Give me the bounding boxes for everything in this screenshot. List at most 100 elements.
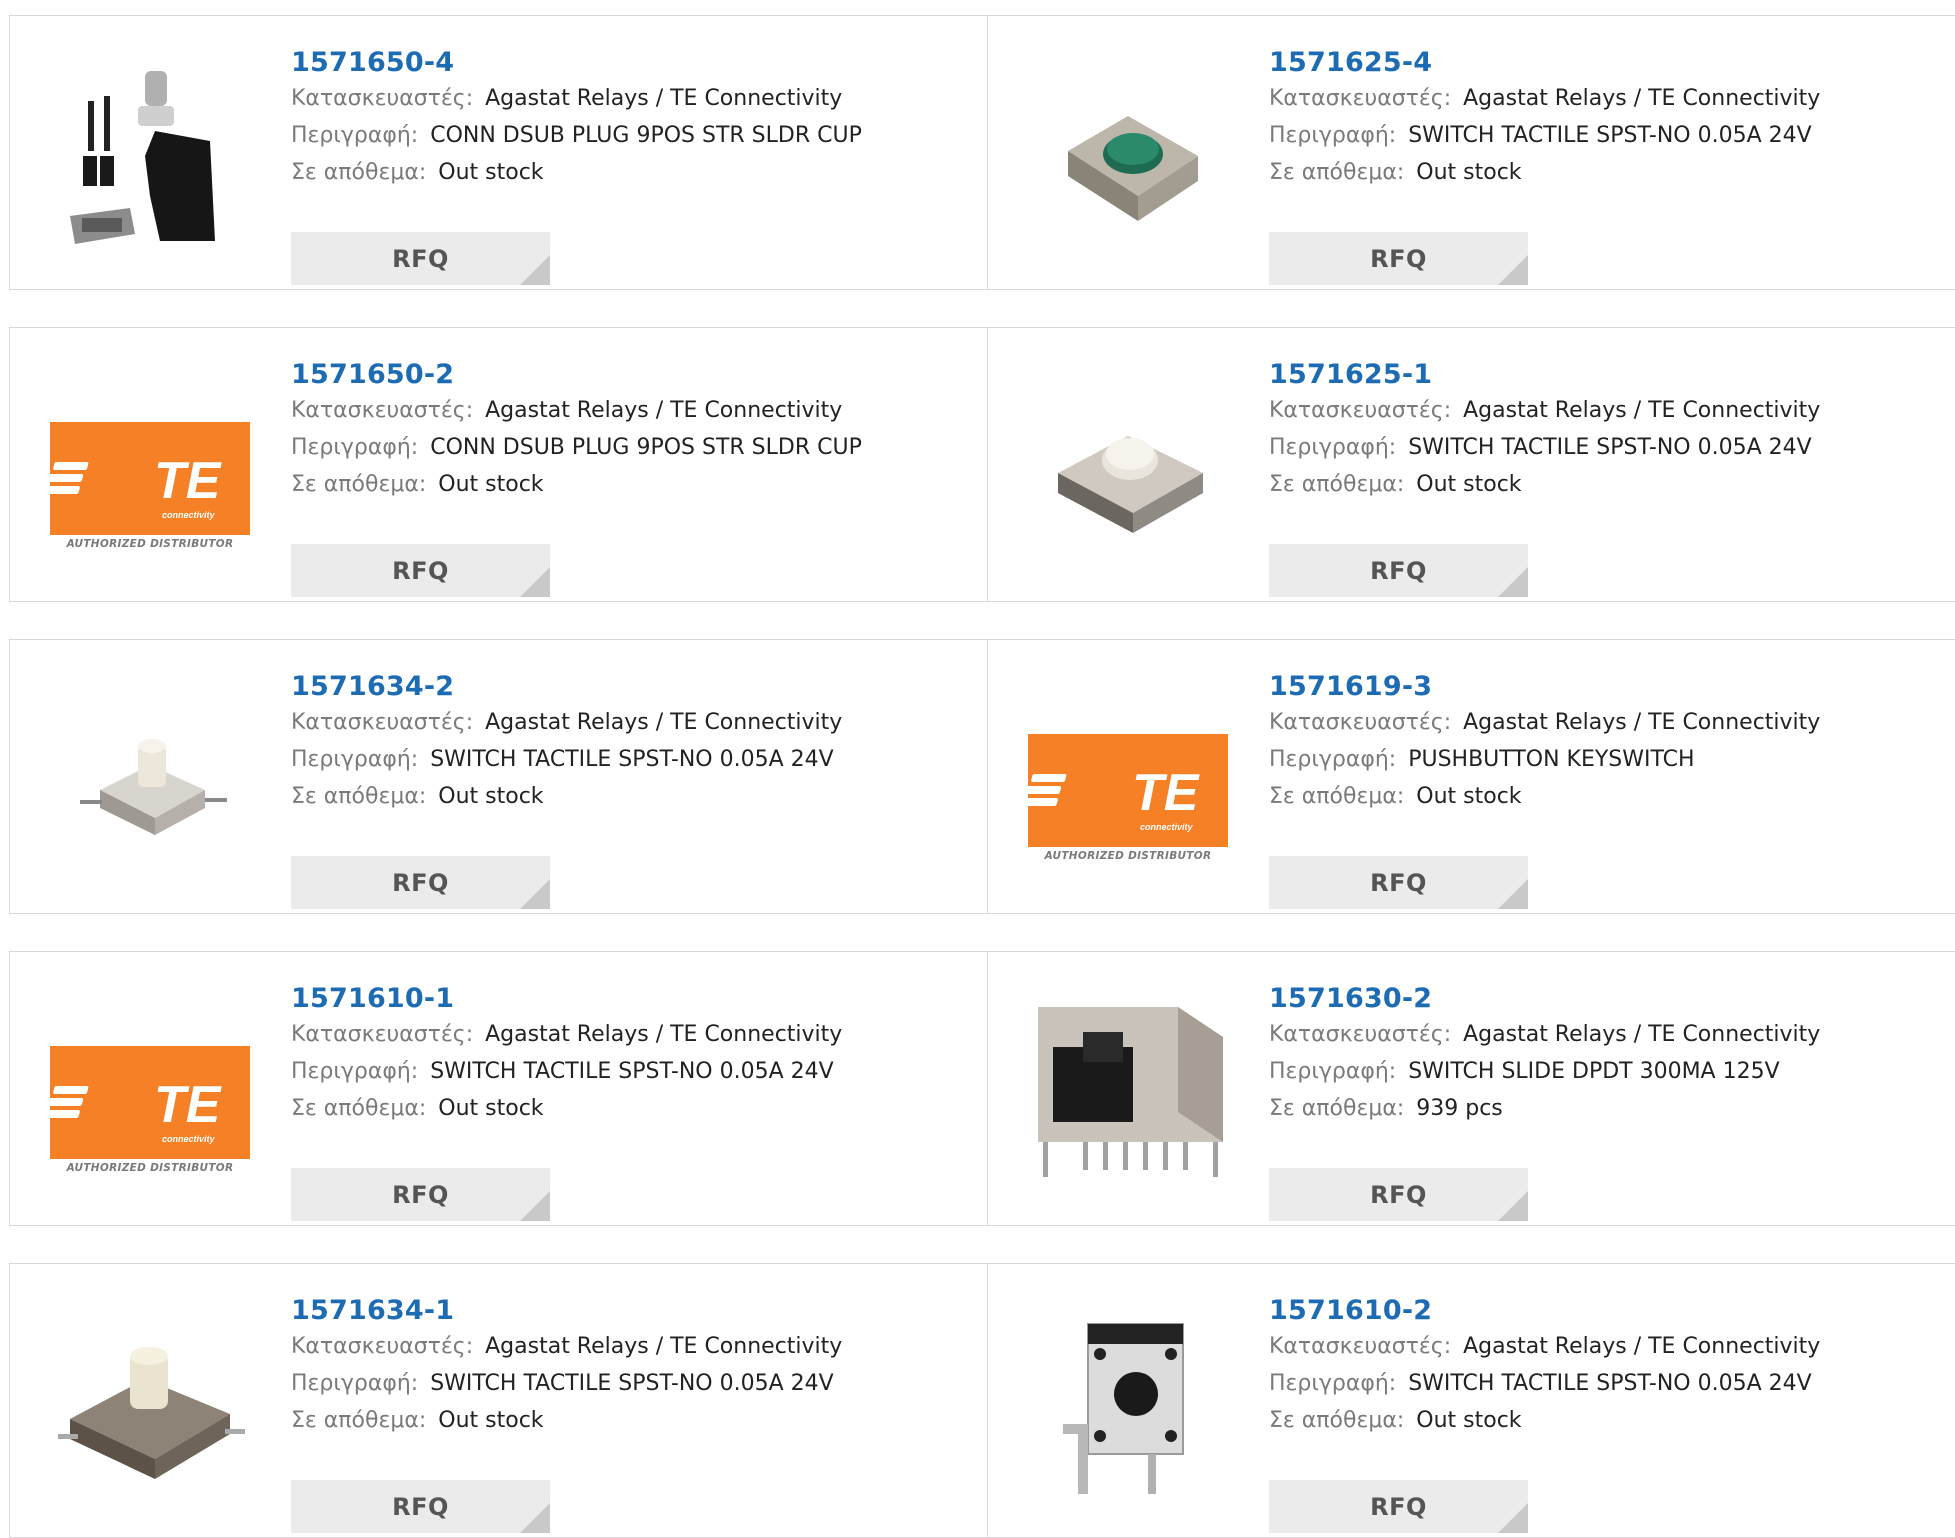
svg-text:TE: TE <box>154 1076 222 1134</box>
stock-line: Σε απόθεμα: Out stock <box>1269 154 1820 191</box>
corner-fold-icon <box>1498 1503 1528 1533</box>
part-number-link[interactable]: 1571630-2 <box>1269 982 1820 1016</box>
part-number-link[interactable]: 1571625-4 <box>1269 46 1820 80</box>
manufacturer-line: Κατασκευαστές: Agastat Relays / TE Connec… <box>291 392 862 429</box>
description-line: Περιγραφή: CONN DSUB PLUG 9POS STR SLDR C… <box>291 429 862 466</box>
manufacturer-label: Κατασκευαστές: <box>291 398 474 423</box>
manufacturer-value: Agastat Relays / TE Connectivity <box>1463 86 1821 111</box>
description-line: Περιγραφή: SWITCH TACTILE SPST-NO 0.05A 2… <box>291 1053 842 1090</box>
stock-line: Σε απόθεμα: Out stock <box>291 466 862 503</box>
product-card: 1571634-2 Κατασκευαστές: Agastat Relays /… <box>10 640 988 913</box>
description-label: Περιγραφή: <box>1269 747 1397 772</box>
product-card: TE connectivity AUTHORIZED DISTRIBUTOR 1… <box>10 328 988 601</box>
rfq-button[interactable]: RFQ <box>1269 1480 1528 1533</box>
stock-label: Σε απόθεμα: <box>1269 160 1405 185</box>
product-row: TE connectivity AUTHORIZED DISTRIBUTOR 1… <box>9 951 1955 1226</box>
rfq-button[interactable]: RFQ <box>1269 232 1528 285</box>
product-image[interactable]: TE connectivity AUTHORIZED DISTRIBUTOR <box>50 368 250 568</box>
stock-label: Σε απόθεμα: <box>291 160 427 185</box>
product-image[interactable] <box>50 56 250 256</box>
rfq-button[interactable]: RFQ <box>1269 544 1528 597</box>
rfq-button[interactable]: RFQ <box>291 232 550 285</box>
corner-fold-icon <box>520 1503 550 1533</box>
manufacturer-line: Κατασκευαστές: Agastat Relays / TE Connec… <box>291 80 862 117</box>
rfq-button[interactable]: RFQ <box>291 1168 550 1221</box>
part-number-link[interactable]: 1571625-1 <box>1269 358 1820 392</box>
manufacturer-line: Κατασκευαστές: Agastat Relays / TE Connec… <box>1269 80 1820 117</box>
stock-value: Out stock <box>1416 472 1522 497</box>
part-number-link[interactable]: 1571610-2 <box>1269 1294 1820 1328</box>
rfq-label: RFQ <box>392 868 449 897</box>
product-row: 1571634-1 Κατασκευαστές: Agastat Relays /… <box>9 1263 1955 1538</box>
rfq-button[interactable]: RFQ <box>291 1480 550 1533</box>
product-image[interactable] <box>1028 56 1228 256</box>
product-row: 1571634-2 Κατασκευαστές: Agastat Relays /… <box>9 639 1955 914</box>
manufacturer-label: Κατασκευαστές: <box>1269 86 1452 111</box>
stock-label: Σε απόθεμα: <box>1269 1408 1405 1433</box>
product-card: 1571650-4 Κατασκευαστές: Agastat Relays /… <box>10 16 988 289</box>
manufacturer-value: Agastat Relays / TE Connectivity <box>1463 1022 1821 1047</box>
product-card: 1571625-1 Κατασκευαστές: Agastat Relays /… <box>988 328 1955 601</box>
description-line: Περιγραφή: SWITCH TACTILE SPST-NO 0.05A 2… <box>1269 429 1820 466</box>
svg-text:TE: TE <box>154 452 222 510</box>
part-number-link[interactable]: 1571634-2 <box>291 670 842 704</box>
rfq-label: RFQ <box>1370 1492 1427 1521</box>
manufacturer-line: Κατασκευαστές: Agastat Relays / TE Connec… <box>291 1328 842 1365</box>
product-image[interactable] <box>1028 1304 1228 1504</box>
product-image[interactable] <box>1028 368 1228 568</box>
stock-line: Σε απόθεμα: Out stock <box>291 1090 842 1127</box>
product-image[interactable] <box>50 1304 250 1504</box>
rfq-button[interactable]: RFQ <box>1269 1168 1528 1221</box>
part-number-link[interactable]: 1571634-1 <box>291 1294 842 1328</box>
corner-fold-icon <box>1498 567 1528 597</box>
corner-fold-icon <box>520 255 550 285</box>
stock-line: Σε απόθεμα: Out stock <box>1269 1402 1820 1439</box>
corner-fold-icon <box>1498 879 1528 909</box>
product-row: 1571650-4 Κατασκευαστές: Agastat Relays /… <box>9 15 1955 290</box>
manufacturer-label: Κατασκευαστές: <box>1269 1022 1452 1047</box>
product-image[interactable]: TE connectivity AUTHORIZED DISTRIBUTOR <box>50 992 250 1192</box>
rfq-button[interactable]: RFQ <box>1269 856 1528 909</box>
manufacturer-label: Κατασκευαστές: <box>1269 398 1452 423</box>
product-card: 1571630-2 Κατασκευαστές: Agastat Relays /… <box>988 952 1955 1225</box>
stock-value: Out stock <box>438 472 544 497</box>
description-value: SWITCH TACTILE SPST-NO 0.05A 24V <box>1408 123 1812 148</box>
manufacturer-line: Κατασκευαστές: Agastat Relays / TE Connec… <box>291 1016 842 1053</box>
product-image[interactable]: TE connectivity AUTHORIZED DISTRIBUTOR <box>1028 680 1228 880</box>
stock-value: Out stock <box>438 1408 544 1433</box>
stock-value: Out stock <box>1416 784 1522 809</box>
product-card: TE connectivity AUTHORIZED DISTRIBUTOR 1… <box>988 640 1955 913</box>
description-line: Περιγραφή: SWITCH TACTILE SPST-NO 0.05A 2… <box>1269 117 1820 154</box>
description-value: SWITCH TACTILE SPST-NO 0.05A 24V <box>1408 435 1812 460</box>
part-number-link[interactable]: 1571650-2 <box>291 358 862 392</box>
stock-value: Out stock <box>1416 160 1522 185</box>
stock-value: Out stock <box>438 1096 544 1121</box>
corner-fold-icon <box>520 879 550 909</box>
stock-value: 939 pcs <box>1416 1096 1503 1121</box>
rfq-label: RFQ <box>392 244 449 273</box>
description-label: Περιγραφή: <box>291 1059 419 1084</box>
stock-value: Out stock <box>1416 1408 1522 1433</box>
stock-line: Σε απόθεμα: Out stock <box>1269 466 1820 503</box>
product-card: TE connectivity AUTHORIZED DISTRIBUTOR 1… <box>10 952 988 1225</box>
description-label: Περιγραφή: <box>1269 123 1397 148</box>
svg-text:connectivity: connectivity <box>1140 822 1194 832</box>
rfq-button[interactable]: RFQ <box>291 856 550 909</box>
product-image[interactable] <box>50 680 250 880</box>
description-line: Περιγραφή: SWITCH TACTILE SPST-NO 0.05A 2… <box>291 1365 842 1402</box>
corner-fold-icon <box>520 1191 550 1221</box>
manufacturer-value: Agastat Relays / TE Connectivity <box>1463 710 1821 735</box>
description-label: Περιγραφή: <box>1269 1371 1397 1396</box>
description-value: PUSHBUTTON KEYSWITCH <box>1408 747 1695 772</box>
part-number-link[interactable]: 1571619-3 <box>1269 670 1820 704</box>
stock-line: Σε απόθεμα: Out stock <box>291 154 862 191</box>
part-number-link[interactable]: 1571610-1 <box>291 982 842 1016</box>
part-number-link[interactable]: 1571650-4 <box>291 46 862 80</box>
product-image[interactable] <box>1028 992 1228 1192</box>
stock-line: Σε απόθεμα: 939 pcs <box>1269 1090 1820 1127</box>
manufacturer-value: Agastat Relays / TE Connectivity <box>485 1334 843 1359</box>
description-line: Περιγραφή: SWITCH SLIDE DPDT 300MA 125V <box>1269 1053 1820 1090</box>
product-row: TE connectivity AUTHORIZED DISTRIBUTOR 1… <box>9 327 1955 602</box>
stock-line: Σε απόθεμα: Out stock <box>291 1402 842 1439</box>
rfq-button[interactable]: RFQ <box>291 544 550 597</box>
